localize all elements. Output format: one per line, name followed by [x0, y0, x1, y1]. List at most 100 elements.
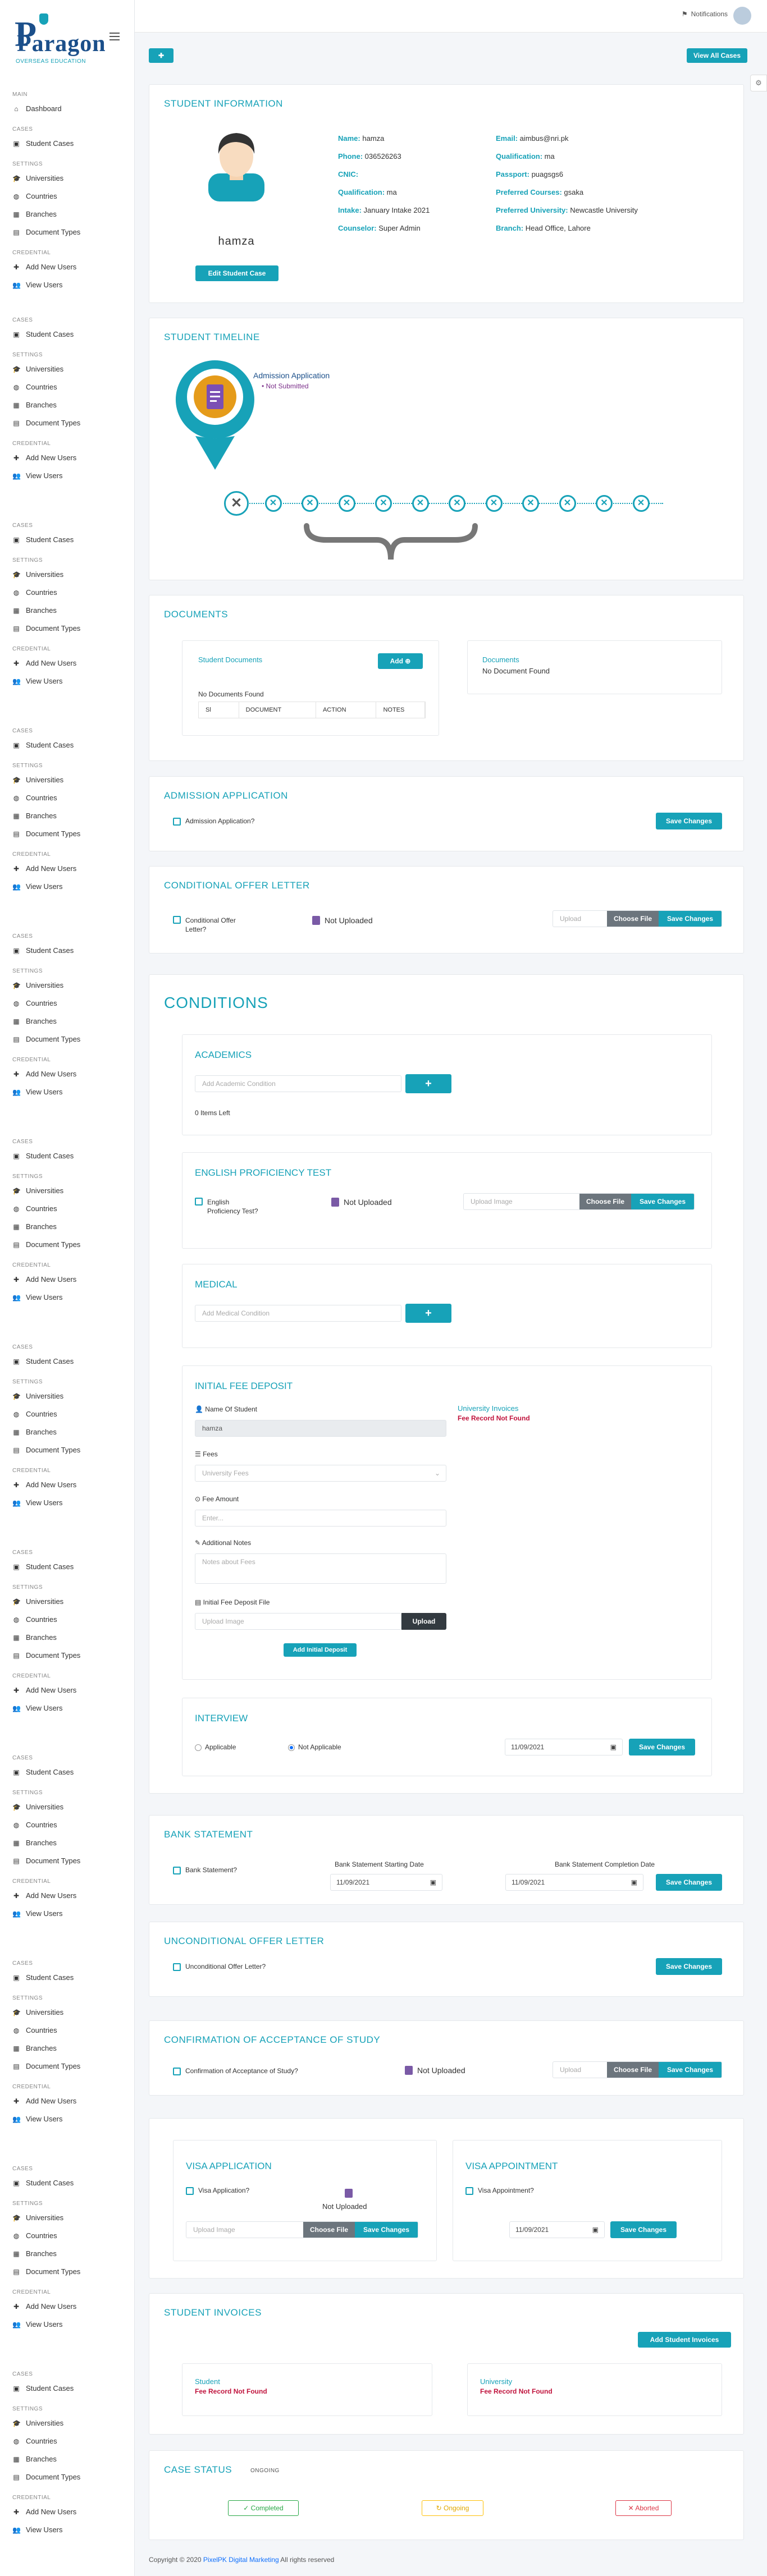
- brand-logo[interactable]: P Paragon OVERSEAS EDUCATION: [0, 0, 134, 65]
- choose-file-button[interactable]: Choose File: [607, 911, 659, 927]
- sidebar-item-view-users[interactable]: 👥 View Users: [0, 672, 134, 690]
- checkbox[interactable]: [173, 2067, 181, 2075]
- sidebar-item-countries[interactable]: ◍ Countries: [0, 994, 134, 1012]
- sidebar-item-view-users[interactable]: 👥 View Users: [0, 1699, 134, 1717]
- aborted-button[interactable]: ✕ Aborted: [615, 2500, 672, 2516]
- timeline-node[interactable]: ✕: [596, 495, 613, 512]
- upload-input[interactable]: Upload Image: [186, 2222, 303, 2238]
- timeline-node[interactable]: ✕: [412, 495, 429, 512]
- sidebar-item-student-cases[interactable]: ▣ Student Cases: [0, 326, 134, 343]
- sidebar-item-document-types[interactable]: ▤ Document Types: [0, 2468, 134, 2486]
- sidebar-item-branches[interactable]: ▦ Branches: [0, 2039, 134, 2057]
- sidebar-item-countries[interactable]: ◍ Countries: [0, 584, 134, 602]
- user-avatar[interactable]: [733, 7, 751, 25]
- sidebar-item-countries[interactable]: ◍ Countries: [0, 2227, 134, 2245]
- interview-save-button[interactable]: Save Changes: [629, 1739, 695, 1755]
- sidebar-item-add-new-users[interactable]: ✚ Add New Users: [0, 1681, 134, 1699]
- sidebar-item-universities[interactable]: 🎓 Universities: [0, 360, 134, 378]
- admission-save-button[interactable]: Save Changes: [656, 813, 722, 829]
- visa-appointment-save-button[interactable]: Save Changes: [610, 2221, 677, 2238]
- add-initial-deposit-button[interactable]: Add Initial Deposit: [284, 1643, 357, 1657]
- english-file-group[interactable]: Upload Image Choose File Save Changes: [463, 1193, 695, 1210]
- bank-save-button[interactable]: Save Changes: [656, 1874, 722, 1891]
- visa-appointment-check[interactable]: Visa Appointment?: [465, 2187, 534, 2195]
- visa-check[interactable]: Visa Application?: [186, 2187, 249, 2195]
- sidebar-item-universities[interactable]: 🎓 Universities: [0, 1387, 134, 1405]
- sidebar-item-universities[interactable]: 🎓 Universities: [0, 2209, 134, 2227]
- gear-icon[interactable]: ⚙: [750, 75, 767, 91]
- sidebar-item-countries[interactable]: ◍ Countries: [0, 187, 134, 205]
- timeline-node[interactable]: ✕: [632, 495, 650, 512]
- checkbox[interactable]: [173, 916, 181, 924]
- sidebar-item-document-types[interactable]: ▤ Document Types: [0, 414, 134, 432]
- sidebar-item-document-types[interactable]: ▤ Document Types: [0, 2057, 134, 2075]
- admission-check[interactable]: Admission Application?: [173, 817, 254, 826]
- sidebar-item-view-users[interactable]: 👥 View Users: [0, 878, 134, 896]
- sidebar-item-countries[interactable]: ◍ Countries: [0, 2432, 134, 2450]
- sidebar-item-document-types[interactable]: ▤ Document Types: [0, 1441, 134, 1459]
- fee-amount-input[interactable]: Enter...: [195, 1510, 446, 1527]
- sidebar-item-countries[interactable]: ◍ Countries: [0, 1611, 134, 1629]
- choose-file-button[interactable]: Choose File: [579, 1194, 631, 1209]
- sidebar-item-branches[interactable]: ▦ Branches: [0, 1012, 134, 1030]
- footer-link[interactable]: PixelPK Digital Marketing: [203, 2556, 279, 2564]
- upload-input[interactable]: Upload: [553, 2062, 607, 2078]
- timeline-node[interactable]: ✕: [264, 495, 282, 512]
- sidebar-item-branches[interactable]: ▦ Branches: [0, 807, 134, 825]
- sidebar-item-add-new-users[interactable]: ✚ Add New Users: [0, 258, 134, 276]
- timeline-node[interactable]: ✕: [338, 495, 355, 512]
- sidebar-item-countries[interactable]: ◍ Countries: [0, 2022, 134, 2039]
- sidebar-item-add-new-users[interactable]: ✚ Add New Users: [0, 2503, 134, 2521]
- sidebar-item-branches[interactable]: ▦ Branches: [0, 1629, 134, 1647]
- calendar-icon[interactable]: ▣: [631, 1874, 637, 1890]
- checkbox[interactable]: [173, 1963, 181, 1971]
- sidebar-item-student-cases[interactable]: ▣ Student Cases: [0, 2380, 134, 2398]
- sidebar-item-student-cases[interactable]: ▣ Student Cases: [0, 736, 134, 754]
- radio[interactable]: [288, 1744, 295, 1751]
- sidebar-item-student-cases[interactable]: ▣ Student Cases: [0, 1969, 134, 1987]
- sidebar-item-view-users[interactable]: 👥 View Users: [0, 1494, 134, 1512]
- sidebar-item-dashboard[interactable]: ⌂ Dashboard: [0, 100, 134, 118]
- sidebar-item-document-types[interactable]: ▤ Document Types: [0, 1852, 134, 1870]
- sidebar-item-add-new-users[interactable]: ✚ Add New Users: [0, 449, 134, 467]
- menu-toggle-icon[interactable]: [109, 33, 120, 40]
- cas-check[interactable]: Confirmation of Acceptance of Study?: [173, 2067, 298, 2075]
- sidebar-item-document-types[interactable]: ▤ Document Types: [0, 1647, 134, 1665]
- sidebar-item-add-new-users[interactable]: ✚ Add New Users: [0, 654, 134, 672]
- sidebar-item-universities[interactable]: 🎓 Universities: [0, 1593, 134, 1611]
- edit-student-case-button[interactable]: Edit Student Case: [195, 265, 279, 281]
- notifications-link[interactable]: ⚑ Notifications: [682, 10, 728, 18]
- bank-end-date[interactable]: 11/09/2021 ▣: [505, 1874, 643, 1891]
- sidebar-item-branches[interactable]: ▦ Branches: [0, 1834, 134, 1852]
- sidebar-item-universities[interactable]: 🎓 Universities: [0, 566, 134, 584]
- sidebar-item-view-users[interactable]: 👥 View Users: [0, 1289, 134, 1307]
- add-academic-button[interactable]: +: [405, 1074, 451, 1093]
- sidebar-item-student-cases[interactable]: ▣ Student Cases: [0, 531, 134, 549]
- sidebar-item-countries[interactable]: ◍ Countries: [0, 1816, 134, 1834]
- sidebar-item-add-new-users[interactable]: ✚ Add New Users: [0, 860, 134, 878]
- sidebar-item-student-cases[interactable]: ▣ Student Cases: [0, 1558, 134, 1576]
- medical-condition-input[interactable]: Add Medical Condition: [195, 1305, 401, 1322]
- timeline-node[interactable]: ✕: [522, 495, 539, 512]
- save-button[interactable]: Save Changes: [355, 2222, 418, 2238]
- sidebar-item-view-users[interactable]: 👥 View Users: [0, 467, 134, 485]
- applicable-radio[interactable]: Applicable: [195, 1743, 236, 1751]
- timeline-node[interactable]: ✕: [485, 495, 503, 512]
- conditional-check[interactable]: Conditional Offer Letter?: [173, 916, 236, 934]
- add-medical-button[interactable]: +: [405, 1304, 451, 1323]
- calendar-icon[interactable]: ▣: [610, 1739, 617, 1755]
- sidebar-item-branches[interactable]: ▦ Branches: [0, 396, 134, 414]
- sidebar-item-add-new-users[interactable]: ✚ Add New Users: [0, 1271, 134, 1289]
- sidebar-item-branches[interactable]: ▦ Branches: [0, 205, 134, 223]
- ongoing-button[interactable]: ↻ Ongoing: [422, 2500, 483, 2516]
- upload-input[interactable]: Upload: [553, 911, 607, 927]
- sidebar-item-view-users[interactable]: 👥 View Users: [0, 276, 134, 294]
- checkbox[interactable]: [173, 817, 181, 826]
- sidebar-item-student-cases[interactable]: ▣ Student Cases: [0, 1147, 134, 1165]
- sidebar-item-document-types[interactable]: ▤ Document Types: [0, 1236, 134, 1254]
- sidebar-item-branches[interactable]: ▦ Branches: [0, 1423, 134, 1441]
- sidebar-item-add-new-users[interactable]: ✚ Add New Users: [0, 1887, 134, 1905]
- english-check[interactable]: English Proficiency Test?: [195, 1198, 258, 1216]
- completed-button[interactable]: ✓ Completed: [228, 2500, 299, 2516]
- sidebar-item-universities[interactable]: 🎓 Universities: [0, 2414, 134, 2432]
